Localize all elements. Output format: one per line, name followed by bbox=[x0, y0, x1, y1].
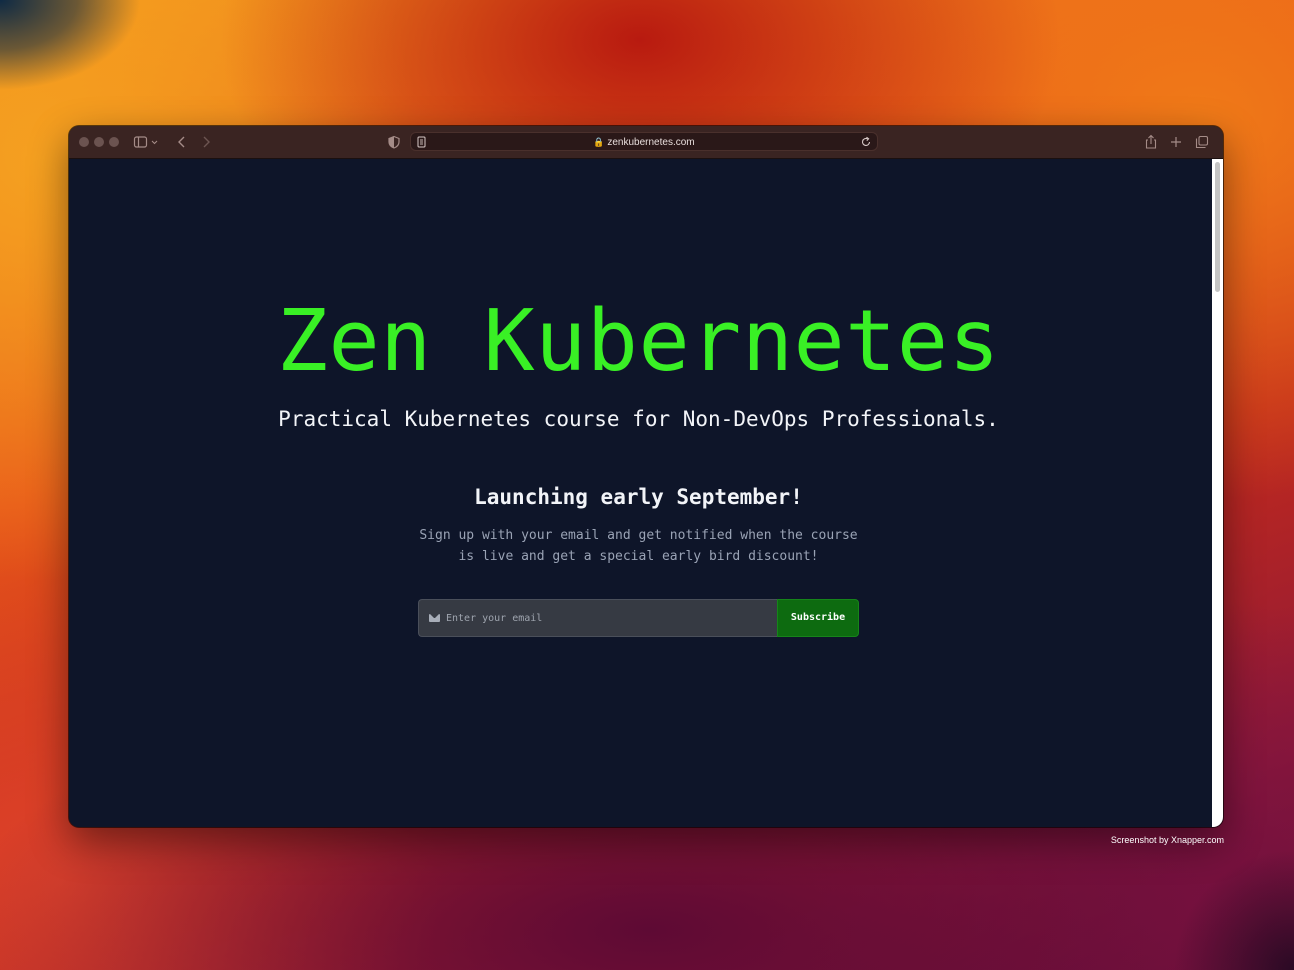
subscribe-button[interactable]: Subscribe bbox=[777, 599, 859, 637]
page-subtitle: Practical Kubernetes course for Non-DevO… bbox=[278, 407, 999, 431]
sidebar-icon[interactable] bbox=[133, 134, 159, 150]
page-title: Zen Kubernetes bbox=[276, 292, 1001, 391]
tabs-overview-icon[interactable] bbox=[1194, 134, 1210, 150]
reload-icon[interactable] bbox=[859, 134, 873, 150]
wallpaper-shade bbox=[1174, 850, 1294, 970]
close-window-button[interactable] bbox=[79, 137, 89, 147]
signup-description: Sign up with your email and get notified… bbox=[69, 525, 1208, 567]
launch-heading: Launching early September! bbox=[474, 485, 803, 509]
chevron-left-icon[interactable] bbox=[174, 134, 190, 150]
chevron-right-icon[interactable] bbox=[198, 134, 214, 150]
share-icon[interactable] bbox=[1143, 134, 1159, 150]
email-input[interactable] bbox=[446, 600, 771, 636]
envelope-icon bbox=[429, 614, 440, 622]
screenshot-credit: Screenshot by Xnapper.com bbox=[1110, 835, 1224, 845]
zoom-window-button[interactable] bbox=[109, 137, 119, 147]
signup-line: Sign up with your email and get notified… bbox=[419, 528, 858, 543]
signup-form: Subscribe bbox=[418, 599, 859, 637]
shield-icon[interactable] bbox=[386, 134, 402, 150]
scrollbar-thumb[interactable] bbox=[1215, 162, 1220, 292]
url-text: zenkubernetes.com bbox=[607, 137, 695, 148]
url-display[interactable]: 🔒 zenkubernetes.com bbox=[411, 133, 877, 152]
lock-icon: 🔒 bbox=[593, 137, 605, 147]
browser-toolbar: 🔒 zenkubernetes.com bbox=[69, 126, 1223, 159]
signup-line: is live and get a special early bird dis… bbox=[458, 549, 819, 564]
desktop-wallpaper: 🔒 zenkubernetes.com Zen Kubernetes Pract… bbox=[0, 0, 1294, 970]
address-bar[interactable]: 🔒 zenkubernetes.com bbox=[410, 132, 878, 151]
vertical-scrollbar[interactable] bbox=[1212, 159, 1223, 827]
plus-icon[interactable] bbox=[1168, 134, 1184, 150]
email-field-wrapper[interactable] bbox=[418, 599, 777, 637]
wallpaper-shade bbox=[0, 0, 140, 90]
minimize-window-button[interactable] bbox=[94, 137, 104, 147]
web-page: Zen Kubernetes Practical Kubernetes cour… bbox=[69, 159, 1212, 827]
browser-window: 🔒 zenkubernetes.com Zen Kubernetes Pract… bbox=[69, 126, 1223, 827]
